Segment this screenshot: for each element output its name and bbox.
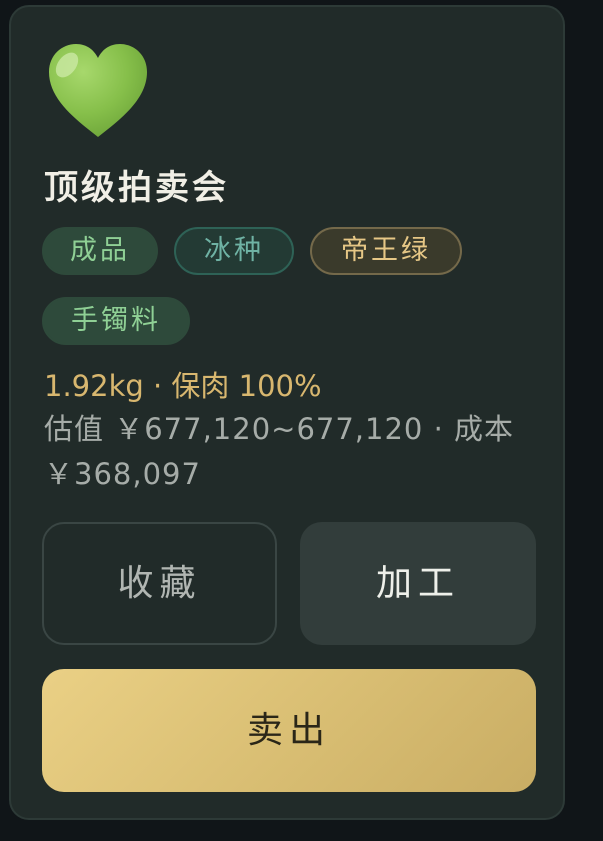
sell-button[interactable]: 卖出 [42, 669, 536, 792]
green-heart-icon [49, 44, 147, 137]
tag-finished-product: 成品 [42, 227, 158, 275]
tag-ice-type: 冰种 [174, 227, 294, 275]
valuation-and-cost: 估值 ￥677,120~677,120 · 成本 ￥368,097 [44, 412, 515, 491]
auction-item-card: 顶级拍卖会 成品 冰种 帝王绿 手镯料 1.92kg · 保肉 100% 估值 … [9, 5, 565, 820]
tag-imperial-green: 帝王绿 [310, 227, 462, 275]
item-title: 顶级拍卖会 [44, 168, 229, 208]
favorite-button[interactable]: 收藏 [42, 522, 277, 645]
process-button[interactable]: 加工 [300, 522, 536, 645]
weight-and-yield: 1.92kg · 保肉 100% [44, 369, 322, 403]
tag-bangle-material: 手镯料 [42, 297, 190, 345]
